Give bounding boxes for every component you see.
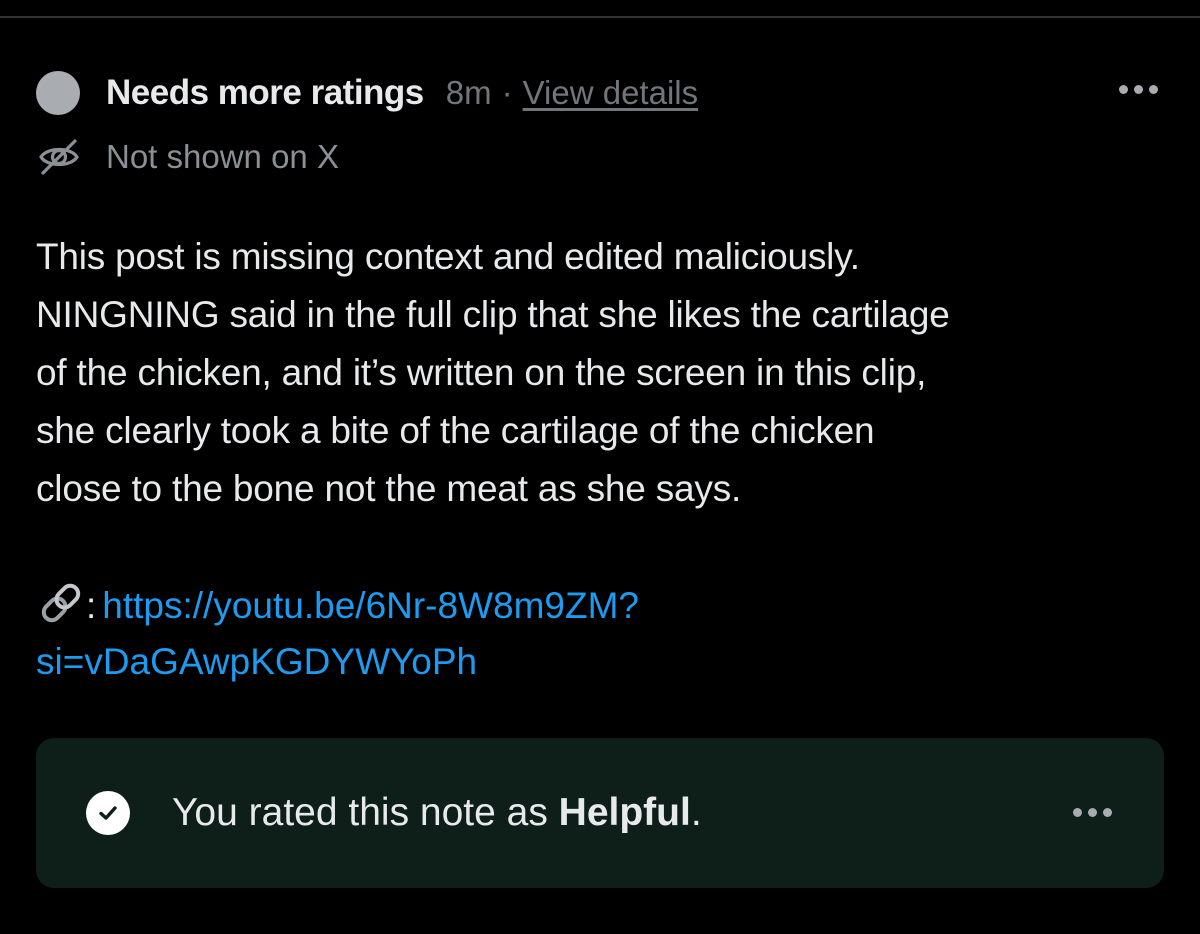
source-link-continued[interactable]: si=vDaGAwpKGDYWYoPh xyxy=(36,641,477,682)
status-dot-icon xyxy=(36,71,80,115)
timestamp: 8m xyxy=(445,74,492,111)
rating-message: You rated this note as Helpful. xyxy=(172,791,702,835)
more-dot-icon xyxy=(1149,85,1158,94)
view-details-link[interactable]: View details xyxy=(523,74,699,112)
note-header: Needs more ratings 8m · View details xyxy=(36,70,1164,116)
more-dot-icon xyxy=(1103,808,1112,817)
link-icon xyxy=(41,583,81,623)
status-label: Needs more ratings xyxy=(106,73,424,112)
rating-value: Helpful xyxy=(558,791,691,834)
note-source: : https://youtu.be/6Nr-8W8m9ZM? si=vDaGAw… xyxy=(36,578,1156,690)
visibility-label: Not shown on X xyxy=(106,138,339,175)
separator-dot: · xyxy=(501,74,513,111)
more-dot-icon xyxy=(1088,808,1097,817)
more-options-button[interactable] xyxy=(1119,85,1158,94)
more-dot-icon xyxy=(1119,85,1128,94)
visibility-status: Not shown on X xyxy=(36,134,339,180)
more-dot-icon xyxy=(1134,85,1143,94)
more-dot-icon xyxy=(1073,808,1082,817)
top-divider xyxy=(0,0,1200,18)
source-colon: : xyxy=(86,585,97,626)
rating-prefix: You rated this note as xyxy=(172,791,559,834)
check-circle-icon xyxy=(86,791,130,835)
rating-banner: You rated this note as Helpful. xyxy=(36,738,1164,888)
rating-more-options-button[interactable] xyxy=(1073,808,1112,817)
rating-suffix: . xyxy=(690,791,702,834)
note-text: This post is missing context and edited … xyxy=(36,236,950,509)
source-link[interactable]: https://youtu.be/6Nr-8W8m9ZM? xyxy=(102,585,639,626)
eye-slash-icon xyxy=(39,139,79,175)
